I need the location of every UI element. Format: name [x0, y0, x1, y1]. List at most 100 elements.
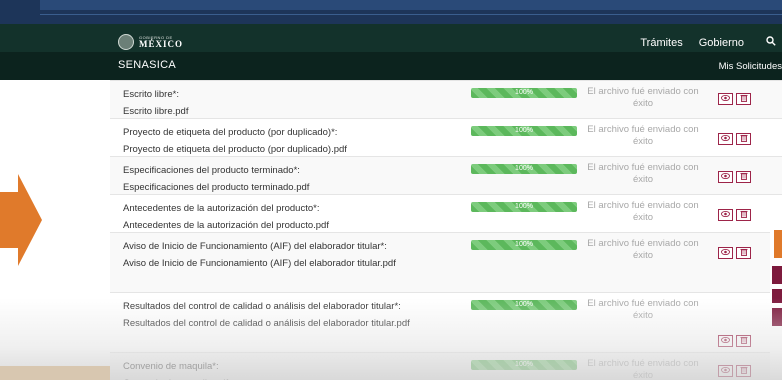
upload-status: El archivo fué enviado con éxito	[587, 238, 699, 261]
search-icon[interactable]	[760, 36, 782, 49]
view-button[interactable]	[718, 93, 733, 105]
right-decoration	[770, 228, 782, 380]
arrow-right-icon	[0, 174, 42, 266]
nav-gobierno[interactable]: Gobierno	[699, 37, 744, 49]
eye-icon	[721, 210, 730, 218]
trash-icon	[740, 134, 747, 142]
maroon-glyph	[772, 266, 782, 326]
progress-bar: 100%	[471, 88, 577, 98]
orange-bar	[774, 230, 782, 258]
upload-status: El archivo fué enviado con éxito	[587, 86, 699, 109]
progress-bar: 100%	[471, 126, 577, 136]
table-row: Escrito libre*: Escrito libre.pdf 100% El a…	[110, 80, 782, 118]
progress-bar: 100%	[471, 300, 577, 310]
document-cell: Especificaciones del producto terminado*…	[123, 164, 423, 195]
delete-button[interactable]	[736, 93, 751, 105]
trash-icon	[740, 172, 747, 180]
delete-button[interactable]	[736, 335, 751, 347]
trash-icon	[740, 94, 747, 102]
progress-label: 100%	[515, 127, 533, 134]
row-actions	[718, 247, 751, 259]
delete-button[interactable]	[736, 171, 751, 183]
row-actions	[718, 93, 751, 105]
delete-button[interactable]	[736, 365, 751, 377]
progress-bar: 100%	[471, 164, 577, 174]
eye-icon	[721, 94, 730, 102]
progress-bar: 100%	[471, 202, 577, 212]
table-row: Resultados del control de calidad o anál…	[110, 292, 782, 352]
view-button[interactable]	[718, 133, 733, 145]
logo-big-text: MÉXICO	[139, 38, 183, 49]
document-name: Antecedentes de la autorización del prod…	[123, 203, 320, 214]
bottom-band	[0, 366, 110, 380]
document-cell: Convenio de maquila*:Convenio de maquila…	[123, 360, 423, 380]
row-actions	[718, 133, 751, 145]
document-file[interactable]: Proyecto de etiqueta del producto (por d…	[123, 143, 423, 157]
delete-button[interactable]	[736, 209, 751, 221]
document-cell: Escrito libre*: Escrito libre.pdf	[123, 88, 423, 119]
progress-label: 100%	[515, 203, 533, 210]
row-actions	[718, 335, 751, 347]
upload-status: El archivo fué enviado con éxito	[587, 200, 699, 223]
top-line	[40, 14, 782, 15]
document-name: Escrito libre*:	[123, 89, 179, 100]
table-row: Especificaciones del producto terminado*…	[110, 156, 782, 194]
sub-header: SENASICA Mis Solicitudes	[0, 52, 782, 80]
view-button[interactable]	[718, 247, 733, 259]
trash-icon	[740, 336, 747, 344]
document-file[interactable]: Antecedentes de la autorización del prod…	[123, 219, 423, 233]
document-file[interactable]: Resultados del control de calidad o anál…	[123, 317, 423, 331]
document-cell: Antecedentes de la autorización del prod…	[123, 202, 423, 233]
seal-icon	[118, 34, 134, 50]
eye-icon	[721, 366, 730, 374]
trash-icon	[740, 248, 747, 256]
upload-status: El archivo fué enviado con éxito	[587, 358, 699, 380]
upload-status: El archivo fué enviado con éxito	[587, 162, 699, 185]
delete-button[interactable]	[736, 133, 751, 145]
logo-text: GOBIERNO DE MÉXICO	[139, 35, 183, 49]
gob-nav: Trámites Gobierno	[640, 36, 782, 49]
document-name: Convenio de maquila*:	[123, 361, 219, 372]
table-row: Antecedentes de la autorización del prod…	[110, 194, 782, 232]
progress-label: 100%	[515, 165, 533, 172]
progress-label: 100%	[515, 241, 533, 248]
table-row: Aviso de Inicio de Funcionamiento (AIF) …	[110, 232, 782, 292]
row-actions	[718, 171, 751, 183]
document-cell: Aviso de Inicio de Funcionamiento (AIF) …	[123, 240, 423, 271]
trash-icon	[740, 210, 747, 218]
eye-icon	[721, 134, 730, 142]
progress-bar: 100%	[471, 360, 577, 370]
progress-label: 100%	[515, 301, 533, 308]
upload-status: El archivo fué enviado con éxito	[587, 124, 699, 147]
view-button[interactable]	[718, 209, 733, 221]
view-button[interactable]	[718, 365, 733, 377]
view-button[interactable]	[718, 171, 733, 183]
document-file[interactable]: Especificaciones del producto terminado.…	[123, 181, 423, 195]
document-name: Especificaciones del producto terminado*…	[123, 165, 300, 176]
document-name: Proyecto de etiqueta del producto (por d…	[123, 127, 338, 138]
senasica-brand[interactable]: SENASICA	[118, 59, 176, 71]
document-name: Resultados del control de calidad o anál…	[123, 301, 401, 312]
document-file[interactable]: Escrito libre.pdf	[123, 105, 423, 119]
trash-icon	[740, 366, 747, 374]
row-actions	[718, 209, 751, 221]
table-row: Convenio de maquila*:Convenio de maquila…	[110, 352, 782, 380]
documents-table: Escrito libre*: Escrito libre.pdf 100% El a…	[110, 80, 782, 380]
table-row: Proyecto de etiqueta del producto (por d…	[110, 118, 782, 156]
delete-button[interactable]	[736, 247, 751, 259]
eye-icon	[721, 336, 730, 344]
gob-mexico-logo[interactable]: GOBIERNO DE MÉXICO	[118, 34, 183, 50]
top-stripe	[40, 0, 782, 10]
mis-solicitudes-link[interactable]: Mis Solicitudes	[719, 61, 782, 72]
eye-icon	[721, 172, 730, 180]
view-button[interactable]	[718, 335, 733, 347]
row-actions	[718, 365, 751, 377]
progress-label: 100%	[515, 361, 533, 368]
document-name: Aviso de Inicio de Funcionamiento (AIF) …	[123, 241, 387, 252]
document-cell: Proyecto de etiqueta del producto (por d…	[123, 126, 423, 157]
nav-tramites[interactable]: Trámites	[640, 37, 682, 49]
document-cell: Resultados del control de calidad o anál…	[123, 300, 423, 331]
progress-bar: 100%	[471, 240, 577, 250]
document-file[interactable]: Aviso de Inicio de Funcionamiento (AIF) …	[123, 257, 423, 271]
eye-icon	[721, 248, 730, 256]
